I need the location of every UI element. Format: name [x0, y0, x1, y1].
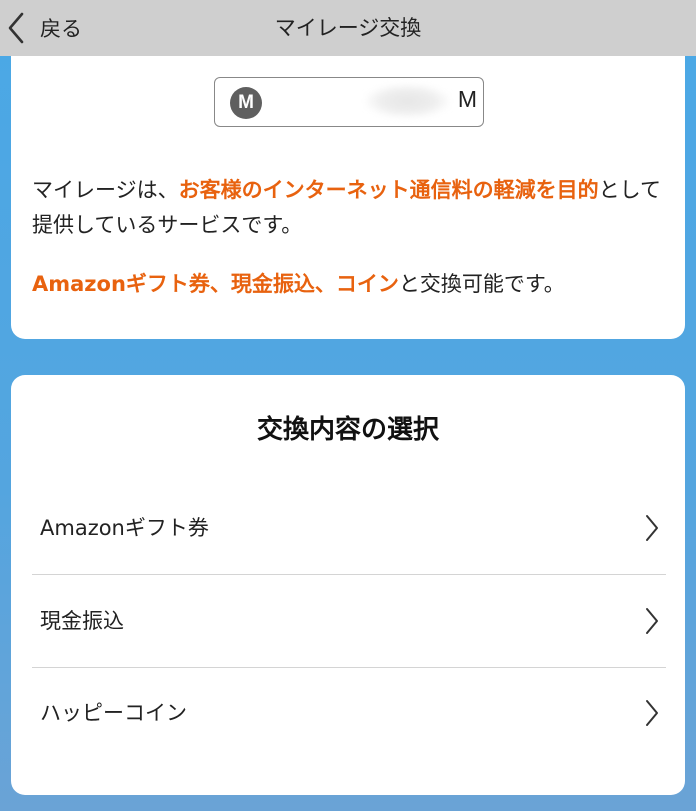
- intro-prefix: マイレージは、: [32, 178, 179, 202]
- exchange-availability-note: Amazonギフト券、現金振込、コインと交換可能です。: [32, 267, 672, 302]
- app-header: 戻る マイレージ交換: [0, 0, 696, 56]
- mileage-info-card: M M マイレージは、お客様のインターネット通信料の軽減を目的として提供している…: [11, 42, 685, 339]
- option-amazon-gift-card[interactable]: Amazonギフト券: [32, 482, 666, 574]
- selection-title: 交換内容の選択: [256, 415, 439, 445]
- option-label: ハッピーコイン: [40, 701, 187, 725]
- option-label: 現金振込: [40, 609, 124, 633]
- chevron-right-icon: [646, 608, 658, 634]
- exchange-selection-card: 交換内容の選択 Amazonギフト券 現金振込 ハッピーコイン: [11, 375, 685, 795]
- option-label: Amazonギフト券: [40, 516, 209, 540]
- mileage-badge-icon: M: [230, 87, 262, 119]
- exchange-suffix: と交換可能です。: [398, 272, 565, 296]
- exchange-highlight: Amazonギフト券、現金振込、コイン: [32, 272, 399, 296]
- chevron-right-icon: [646, 700, 658, 726]
- intro-highlight: お客様のインターネット通信料の軽減を目的: [178, 178, 599, 202]
- chevron-right-icon: [646, 515, 658, 541]
- mileage-unit: M: [457, 86, 477, 112]
- mileage-description: マイレージは、お客様のインターネット通信料の軽減を目的として提供しているサービス…: [32, 173, 672, 243]
- option-bank-transfer[interactable]: 現金振込: [32, 575, 666, 667]
- page-title: マイレージ交換: [274, 16, 422, 40]
- option-happy-coin[interactable]: ハッピーコイン: [32, 667, 666, 759]
- mileage-balance-display: M M: [214, 77, 484, 127]
- mileage-value-blurred: [365, 84, 450, 118]
